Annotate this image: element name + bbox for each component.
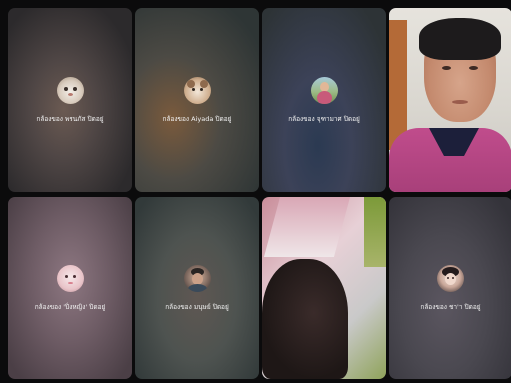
foliage [364,197,386,267]
man-avatar [183,265,211,293]
hair [419,18,501,60]
umbrella [263,197,351,257]
participant-tile[interactable]: กล้องของ จุฑามาศ ปิดอยู่ [262,8,386,192]
participant-video[interactable] [389,8,511,192]
head [262,259,348,379]
video-grid: กล้องของ พรนภัส ปิดอยู่ กล้องของ Aiyada … [8,8,511,383]
participant-tile[interactable]: กล้องของ มนุษย์ ปิดอยู่ [135,197,259,379]
camera-off-label: กล้องของ พรนภัส ปิดอยู่ [36,114,104,123]
person-avatar [310,77,338,105]
participant-tile[interactable]: กล้องของ ชา'า ปิดอยู่ [389,197,511,379]
participant-video[interactable] [262,197,386,379]
kid-avatar [437,265,464,293]
camera-off-label: กล้องของ ชา'า ปิดอยู่ [420,302,481,311]
participant-tile[interactable]: กล้องของ พรนภัส ปิดอยู่ [8,8,132,192]
camera-off-label: กล้องของ Aiyada ปิดอยู่ [162,114,232,123]
participant-tile[interactable]: กล้องของ 'ปิ่งหญิง' ปิดอยู่ [8,197,132,379]
participant-tile[interactable]: กล้องของ Aiyada ปิดอยู่ [135,8,259,192]
camera-off-label: กล้องของ จุฑามาศ ปิดอยู่ [288,114,360,123]
camera-off-label: กล้องของ มนุษย์ ปิดอยู่ [165,302,229,311]
girl-avatar [56,265,84,293]
camera-off-label: กล้องของ 'ปิ่งหญิง' ปิดอยู่ [34,302,106,311]
cat-avatar [183,77,211,105]
cat-avatar [56,77,84,105]
